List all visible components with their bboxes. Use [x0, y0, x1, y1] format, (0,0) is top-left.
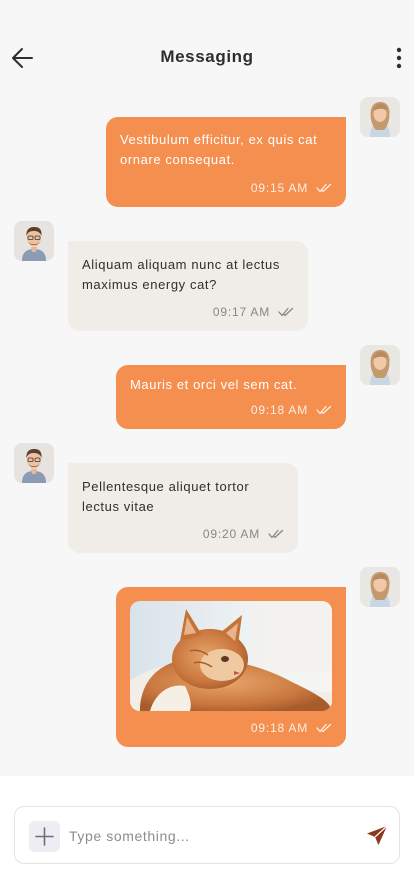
plus-icon: [35, 827, 54, 846]
avatar-me: [360, 345, 400, 385]
page-title: Messaging: [160, 47, 254, 66]
attach-button[interactable]: [29, 821, 60, 852]
message-meta: 09:15 AM: [251, 178, 332, 198]
message-composer: [14, 806, 400, 864]
send-button[interactable]: [365, 824, 389, 848]
message-input[interactable]: [69, 821, 349, 851]
double-check-icon: [316, 405, 332, 415]
message-bubble-outgoing[interactable]: Mauris et orci vel sem cat. 09:18 AM: [116, 365, 346, 429]
avatar-me: [360, 567, 400, 607]
message-text: Aliquam aliquam nunc at lectus maximus e…: [82, 257, 280, 292]
more-vertical-icon: [396, 47, 402, 69]
message-meta: 09:20 AM: [203, 524, 284, 544]
double-check-icon: [268, 529, 284, 539]
cat-photo[interactable]: [130, 601, 332, 711]
message-bubble-incoming[interactable]: Aliquam aliquam nunc at lectus maximus e…: [68, 241, 308, 331]
double-check-icon: [278, 307, 294, 317]
message-time: 09:15 AM: [250, 181, 308, 195]
message-time: 09:20 AM: [202, 527, 260, 541]
message-time: 09:17 AM: [212, 305, 270, 319]
message-text: Mauris et orci vel sem cat.: [130, 377, 298, 392]
message-text: Pellentesque aliquet tortor lectus vitae: [82, 479, 250, 514]
avatar-me: [360, 97, 400, 137]
more-options-button[interactable]: [391, 46, 407, 70]
message-meta: 09:18 AM: [251, 718, 332, 738]
message-bubble-outgoing-image[interactable]: 09:18 AM: [116, 587, 346, 747]
message-meta: 09:17 AM: [213, 302, 294, 322]
double-check-icon: [316, 723, 332, 733]
message-time: 09:18 AM: [250, 721, 308, 735]
message-bubble-outgoing[interactable]: Vestibulum efficitur, ex quis cat ornare…: [106, 117, 346, 207]
send-icon: [367, 825, 388, 845]
avatar-contact: [14, 221, 54, 261]
message-bubble-incoming[interactable]: Pellentesque aliquet tortor lectus vitae…: [68, 463, 298, 553]
message-meta: 09:18 AM: [251, 400, 332, 420]
top-bar: Messaging: [0, 0, 414, 110]
double-check-icon: [316, 183, 332, 193]
avatar-contact: [14, 443, 54, 483]
message-time: 09:18 AM: [250, 403, 308, 417]
message-text: Vestibulum efficitur, ex quis cat ornare…: [120, 132, 318, 167]
